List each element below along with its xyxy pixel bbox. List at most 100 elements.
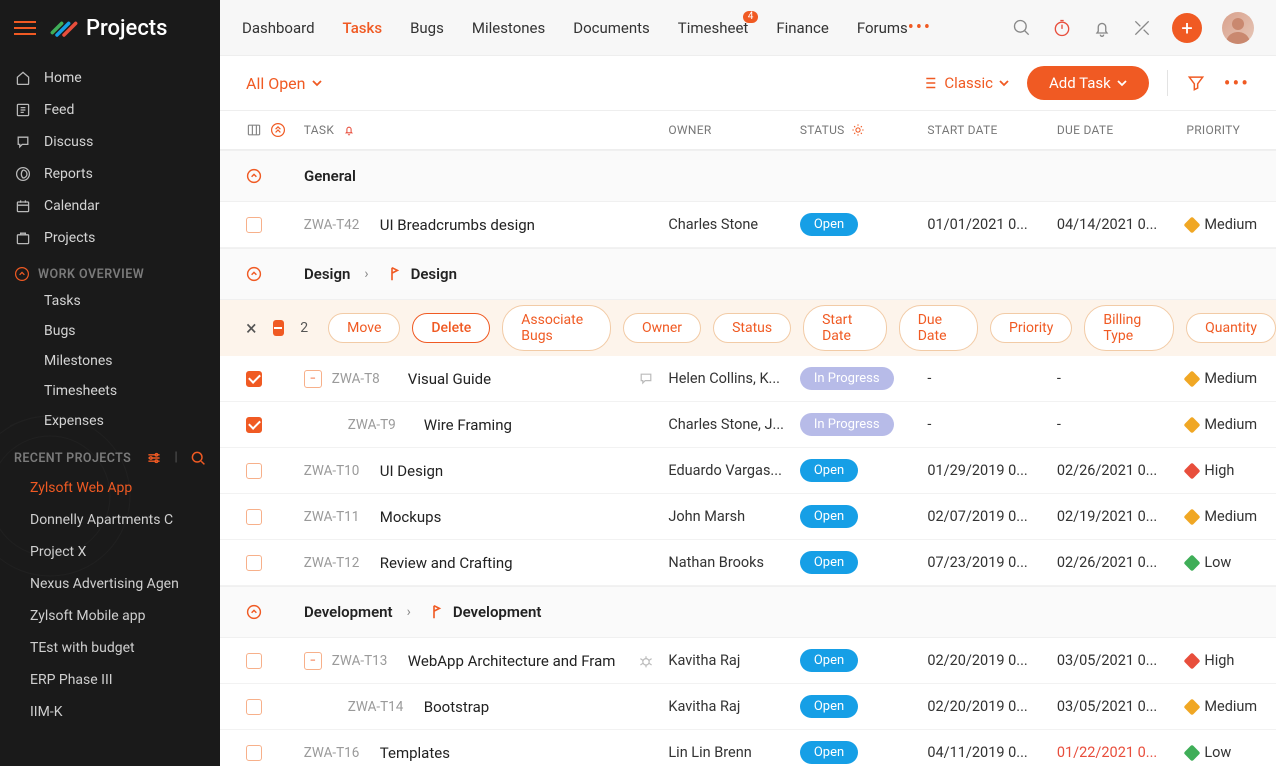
- tab-bugs[interactable]: Bugs: [410, 19, 444, 37]
- sidebar-item-label: Calendar: [44, 198, 100, 214]
- expand-all-icon[interactable]: [270, 122, 286, 138]
- priority-icon: [1184, 652, 1201, 669]
- close-bulk-button[interactable]: ×: [246, 316, 261, 340]
- bulk-billing-type-button[interactable]: Billing Type: [1084, 305, 1174, 351]
- bulk-status-button[interactable]: Status: [713, 313, 791, 343]
- filter-dropdown[interactable]: All Open: [246, 74, 322, 93]
- status-badge: In Progress: [800, 367, 894, 390]
- discuss-icon: [14, 133, 32, 151]
- task-row[interactable]: ZWA-T14BootstrapKavitha RajOpen02/20/201…: [220, 684, 1276, 730]
- tab-documents[interactable]: Documents: [573, 19, 650, 37]
- filter-button[interactable]: [1186, 73, 1206, 93]
- deselect-all-button[interactable]: [273, 320, 285, 336]
- start-date: 02/20/2019 0...: [927, 698, 1057, 715]
- task-row[interactable]: ZWA-T9Wire FramingCharles Stone, J...In …: [220, 402, 1276, 448]
- add-task-button[interactable]: Add Task: [1027, 66, 1149, 100]
- recent-project-item[interactable]: TEst with budget: [0, 632, 220, 664]
- calendar-icon: [14, 197, 32, 215]
- sub-toolbar: All Open Classic Add Task •••: [220, 56, 1276, 110]
- priority-icon: [1184, 554, 1201, 571]
- tab-timesheet[interactable]: Timesheet4: [678, 19, 749, 37]
- row-checkbox[interactable]: [246, 653, 262, 669]
- group-collapse-icon: [246, 266, 304, 282]
- row-checkbox[interactable]: [246, 371, 262, 387]
- status-badge: In Progress: [800, 413, 894, 436]
- tab-dashboard[interactable]: Dashboard: [242, 19, 315, 37]
- global-add-button[interactable]: +: [1172, 13, 1202, 43]
- search-button[interactable]: [1012, 18, 1032, 38]
- tab-milestones[interactable]: Milestones: [472, 19, 545, 37]
- column-due-label: DUE DATE: [1057, 123, 1187, 137]
- subtask-toggle-icon[interactable]: −: [304, 370, 322, 388]
- milestone-icon: [425, 603, 443, 621]
- task-row[interactable]: −ZWA-T13WebApp Architecture and FramKavi…: [220, 638, 1276, 684]
- bulk-owner-button[interactable]: Owner: [623, 313, 701, 343]
- tab-tasks[interactable]: Tasks: [343, 19, 383, 37]
- task-title: Visual Guide: [408, 370, 491, 388]
- more-actions-button[interactable]: •••: [1224, 71, 1250, 95]
- row-checkbox[interactable]: [246, 463, 262, 479]
- task-owner: Charles Stone, J...: [668, 416, 799, 433]
- topnav-more-button[interactable]: •••: [908, 17, 932, 38]
- group-name: Development: [304, 603, 393, 621]
- start-date: 02/20/2019 0...: [927, 652, 1057, 669]
- gear-icon[interactable]: [851, 123, 865, 137]
- bulk-move-button[interactable]: Move: [328, 313, 400, 343]
- subtask-toggle-icon[interactable]: −: [304, 652, 322, 670]
- task-owner: Nathan Brooks: [668, 554, 799, 571]
- sidebar-item-reports[interactable]: Reports: [0, 158, 220, 190]
- sidebar-item-projects[interactable]: Projects: [0, 222, 220, 254]
- start-date: 07/23/2019 0...: [927, 554, 1057, 571]
- timer-button[interactable]: [1052, 18, 1072, 38]
- task-row[interactable]: ZWA-T16TemplatesLin Lin BrennOpen04/11/2…: [220, 730, 1276, 766]
- tab-forums[interactable]: Forums: [857, 19, 908, 37]
- task-id: ZWA-T8: [332, 371, 396, 387]
- tools-button[interactable]: [1132, 18, 1152, 38]
- tab-finance[interactable]: Finance: [776, 19, 828, 37]
- sidebar-item-home[interactable]: Home: [0, 62, 220, 94]
- bulk-due-date-button[interactable]: Due Date: [899, 305, 978, 351]
- task-group-header[interactable]: General: [220, 150, 1276, 202]
- task-row[interactable]: ZWA-T42UI Breadcrumbs designCharles Ston…: [220, 202, 1276, 248]
- row-checkbox[interactable]: [246, 699, 262, 715]
- task-title: Templates: [380, 744, 450, 762]
- bulk-associate-bugs-button[interactable]: Associate Bugs: [502, 305, 611, 351]
- sidebar-item-feed[interactable]: Feed: [0, 94, 220, 126]
- task-group-header[interactable]: Design›Design: [220, 248, 1276, 300]
- recent-project-item[interactable]: ERP Phase III: [0, 664, 220, 696]
- user-avatar[interactable]: [1222, 12, 1254, 44]
- logo-icon: [50, 14, 78, 42]
- column-owner-label: OWNER: [668, 123, 799, 137]
- row-checkbox[interactable]: [246, 745, 262, 761]
- bulk-quantity-button[interactable]: Quantity: [1186, 313, 1276, 343]
- sidebar-item-label: Feed: [44, 102, 74, 118]
- task-row[interactable]: ZWA-T12Review and CraftingNathan BrooksO…: [220, 540, 1276, 586]
- due-date: 01/22/2021 0...: [1057, 744, 1187, 761]
- priority-icon: [1184, 416, 1201, 433]
- task-row[interactable]: ZWA-T11MockupsJohn MarshOpen02/07/2019 0…: [220, 494, 1276, 540]
- list-icon: [920, 74, 938, 92]
- columns-icon[interactable]: [246, 122, 262, 138]
- sidebar-item-bugs[interactable]: Bugs: [0, 316, 220, 346]
- bulk-start-date-button[interactable]: Start Date: [803, 305, 887, 351]
- bulk-priority-button[interactable]: Priority: [990, 313, 1072, 343]
- task-row[interactable]: −ZWA-T8Visual GuideHelen Collins, K...In…: [220, 356, 1276, 402]
- row-checkbox[interactable]: [246, 217, 262, 233]
- sidebar-item-milestones[interactable]: Milestones: [0, 346, 220, 376]
- recent-project-item[interactable]: IIM-K: [0, 696, 220, 728]
- row-checkbox[interactable]: [246, 417, 262, 433]
- bulk-delete-button[interactable]: Delete: [412, 313, 490, 343]
- row-checkbox[interactable]: [246, 509, 262, 525]
- menu-toggle-button[interactable]: [14, 19, 36, 37]
- sidebar-item-calendar[interactable]: Calendar: [0, 190, 220, 222]
- sidebar-item-tasks[interactable]: Tasks: [0, 286, 220, 316]
- group-crumb: Design: [411, 265, 457, 283]
- start-date: 01/29/2019 0...: [927, 462, 1057, 479]
- row-checkbox[interactable]: [246, 555, 262, 571]
- sidebar-item-discuss[interactable]: Discuss: [0, 126, 220, 158]
- notifications-button[interactable]: [1092, 18, 1112, 38]
- work-overview-section[interactable]: WORK OVERVIEW: [0, 254, 220, 286]
- view-mode-dropdown[interactable]: Classic: [920, 74, 1009, 92]
- task-row[interactable]: ZWA-T10UI DesignEduardo Vargas...Open01/…: [220, 448, 1276, 494]
- task-group-header[interactable]: Development›Development: [220, 586, 1276, 638]
